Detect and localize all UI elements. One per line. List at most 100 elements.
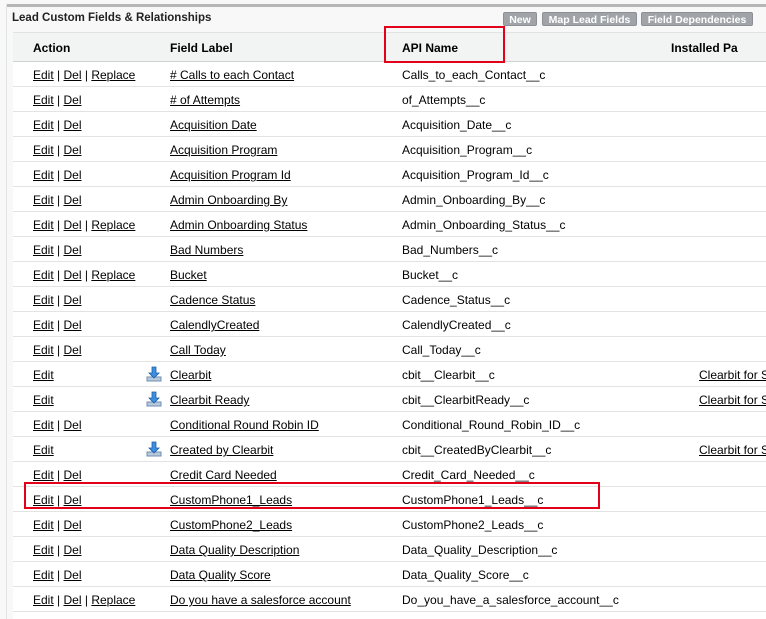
edit-link[interactable]: Edit	[33, 143, 54, 157]
replace-link[interactable]: Replace	[91, 68, 135, 82]
del-link[interactable]: Del	[64, 243, 82, 257]
api-name-cell: Bucket__c	[402, 268, 459, 282]
field-label-cell: Acquisition Date	[170, 118, 257, 132]
table-row: Edit | Del Conditional Round Robin ID Cond…	[13, 412, 766, 437]
row-actions: Edit | Del	[33, 343, 82, 357]
del-link[interactable]: Del	[64, 293, 82, 307]
del-link[interactable]: Del	[64, 193, 82, 207]
del-link[interactable]: Del	[64, 343, 82, 357]
field-label-cell: Clearbit Ready	[170, 393, 249, 407]
del-link[interactable]: Del	[64, 318, 82, 332]
field-label-link[interactable]: Acquisition Program Id	[170, 168, 291, 182]
del-link[interactable]: Del	[64, 468, 82, 482]
api-name-cell: Admin_Onboarding_By__c	[402, 193, 546, 207]
edit-link[interactable]: Edit	[33, 368, 54, 382]
edit-link[interactable]: Edit	[33, 68, 54, 82]
field-label-link[interactable]: Acquisition Date	[170, 118, 257, 132]
column-header-field-label[interactable]: Field Label	[170, 41, 233, 55]
field-label-link[interactable]: Acquisition Program	[170, 143, 277, 157]
field-label-link[interactable]: Admin Onboarding By	[170, 193, 287, 207]
field-dependencies-button[interactable]: Field Dependencies	[641, 12, 753, 26]
edit-link[interactable]: Edit	[33, 418, 54, 432]
edit-link[interactable]: Edit	[33, 268, 54, 282]
edit-link[interactable]: Edit	[33, 493, 54, 507]
edit-link[interactable]: Edit	[33, 568, 54, 582]
field-label-link[interactable]: Data Quality Score	[170, 568, 271, 582]
del-link[interactable]: Del	[64, 143, 82, 157]
replace-link[interactable]: Replace	[91, 593, 135, 607]
field-label-link[interactable]: Data Quality Description	[170, 543, 299, 557]
action-separator: |	[57, 493, 61, 507]
edit-link[interactable]: Edit	[33, 343, 54, 357]
installed-package-link[interactable]: Clearbit for S	[699, 368, 766, 382]
new-button[interactable]: New	[503, 12, 537, 26]
field-label-link[interactable]: Bad Numbers	[170, 243, 243, 257]
del-link[interactable]: Del	[64, 218, 82, 232]
field-label-cell: Bad Numbers	[170, 243, 243, 257]
edit-link[interactable]: Edit	[33, 243, 54, 257]
table-row: Edit | DelDo you make outbound sales cal…	[13, 612, 766, 619]
table-body: Edit | Del | Replace # Calls to each Cont…	[13, 62, 766, 619]
del-link[interactable]: Del	[64, 168, 82, 182]
field-label-link[interactable]: Clearbit Ready	[170, 393, 249, 407]
edit-link[interactable]: Edit	[33, 118, 54, 132]
replace-link[interactable]: Replace	[91, 218, 135, 232]
row-actions: Edit | Del	[33, 468, 82, 482]
table-row: Edit | Del Admin Onboarding By Admin_Onboa…	[13, 187, 766, 212]
row-actions: Edit | Del	[33, 568, 82, 582]
row-actions: Edit | Del	[33, 193, 82, 207]
field-label-link[interactable]: Cadence Status	[170, 293, 255, 307]
column-header-api-name[interactable]: API Name	[402, 41, 458, 55]
del-link[interactable]: Del	[64, 118, 82, 132]
field-label-link[interactable]: Do you have a salesforce account	[170, 593, 351, 607]
field-label-link[interactable]: Created by Clearbit	[170, 443, 273, 457]
field-label-link[interactable]: Call Today	[170, 343, 226, 357]
replace-link[interactable]: Replace	[91, 268, 135, 282]
field-label-link[interactable]: CustomPhone1_Leads	[170, 493, 292, 507]
field-label-cell: Bucket	[170, 268, 207, 282]
edit-link[interactable]: Edit	[33, 518, 54, 532]
del-link[interactable]: Del	[64, 543, 82, 557]
edit-link[interactable]: Edit	[33, 468, 54, 482]
field-label-link[interactable]: # Calls to each Contact	[170, 68, 294, 82]
column-header-installed-package[interactable]: Installed Pa	[671, 41, 738, 55]
field-label-link[interactable]: Admin Onboarding Status	[170, 218, 307, 232]
del-link[interactable]: Del	[64, 493, 82, 507]
api-name-cell: Acquisition_Program_Id__c	[402, 168, 549, 182]
del-link[interactable]: Del	[64, 568, 82, 582]
table-row: Edit | Del Acquisition Program Id Acquisit…	[13, 162, 766, 187]
edit-link[interactable]: Edit	[33, 593, 54, 607]
map-lead-fields-button[interactable]: Map Lead Fields	[542, 12, 637, 26]
field-label-link[interactable]: Bucket	[170, 268, 207, 282]
action-separator: |	[57, 593, 61, 607]
field-label-link[interactable]: CustomPhone2_Leads	[170, 518, 292, 532]
del-link[interactable]: Del	[64, 593, 82, 607]
edit-link[interactable]: Edit	[33, 93, 54, 107]
field-label-link[interactable]: Clearbit	[170, 368, 211, 382]
edit-link[interactable]: Edit	[33, 293, 54, 307]
field-label-link[interactable]: Credit Card Needed	[170, 468, 277, 482]
edit-link[interactable]: Edit	[33, 168, 54, 182]
field-label-link[interactable]: Conditional Round Robin ID	[170, 418, 319, 432]
action-separator: |	[57, 168, 61, 182]
edit-link[interactable]: Edit	[33, 193, 54, 207]
del-link[interactable]: Del	[64, 93, 82, 107]
field-label-cell: CustomPhone1_Leads	[170, 493, 292, 507]
edit-link[interactable]: Edit	[33, 543, 54, 557]
edit-link[interactable]: Edit	[33, 218, 54, 232]
del-link[interactable]: Del	[64, 518, 82, 532]
installed-package-link[interactable]: Clearbit for S	[699, 443, 766, 457]
field-label-cell: # of Attempts	[170, 93, 240, 107]
del-link[interactable]: Del	[64, 268, 82, 282]
field-label-link[interactable]: # of Attempts	[170, 93, 240, 107]
api-name-cell: Data_Quality_Description__c	[402, 543, 558, 557]
field-label-link[interactable]: CalendlyCreated	[170, 318, 259, 332]
edit-link[interactable]: Edit	[33, 393, 54, 407]
edit-link[interactable]: Edit	[33, 318, 54, 332]
installed-package-link[interactable]: Clearbit for S	[699, 393, 766, 407]
del-link[interactable]: Del	[64, 418, 82, 432]
del-link[interactable]: Del	[64, 68, 82, 82]
edit-link[interactable]: Edit	[33, 443, 54, 457]
action-separator: |	[57, 218, 61, 232]
api-name-cell: CustomPhone1_Leads__c	[402, 493, 544, 507]
